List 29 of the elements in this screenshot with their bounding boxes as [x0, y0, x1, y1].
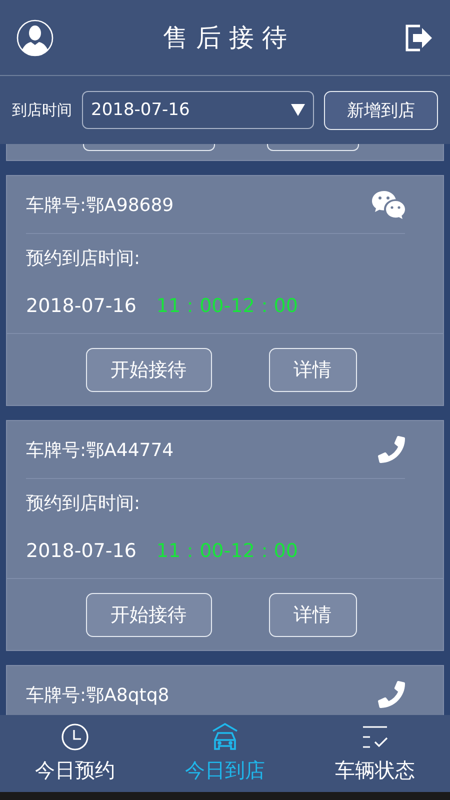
- appointment-date: 2018-07-16: [26, 294, 136, 316]
- date-dropdown[interactable]: 2018-07-16: [82, 91, 314, 129]
- dropdown-caret-icon: [291, 104, 305, 116]
- phone-icon[interactable]: [378, 681, 405, 708]
- car-icon: [211, 723, 239, 751]
- page-title: 售后接待: [163, 22, 295, 54]
- arrival-time-label: 到店时间: [12, 100, 72, 120]
- add-arrival-button[interactable]: 新增到店: [324, 90, 438, 130]
- nav-tab[interactable]: 车辆状态: [300, 715, 450, 792]
- plate-number: 车牌号:鄂A8qtq8: [26, 684, 170, 706]
- chat-bubbles-icon[interactable]: [371, 190, 405, 220]
- nav-tab[interactable]: 今日预约: [0, 715, 150, 792]
- appointment-time-label: 预约到店时间:: [25, 247, 142, 271]
- avatar-icon[interactable]: [16, 18, 54, 56]
- appointment-time-label: 预约到店时间:: [25, 492, 142, 516]
- details-button[interactable]: 详情: [268, 593, 356, 637]
- start-reception-button[interactable]: 开始接待: [86, 593, 212, 637]
- checklist-icon: [361, 723, 389, 751]
- plate-number: 车牌号:鄂A98689: [26, 194, 174, 216]
- nav-tab[interactable]: 今日到店: [150, 715, 300, 792]
- plate-number: 车牌号:鄂A44774: [26, 438, 174, 462]
- appointment-date: 2018-07-16: [26, 540, 136, 562]
- start-reception-button[interactable]: 开始接待: [86, 348, 212, 392]
- time-slot: 11：00-12：00: [156, 538, 298, 564]
- time-slot: 11：00-12：00: [156, 292, 298, 318]
- details-button[interactable]: 详情: [268, 348, 356, 392]
- phone-icon[interactable]: [378, 436, 405, 463]
- logout-icon[interactable]: [404, 22, 434, 52]
- clock-icon: [61, 723, 89, 751]
